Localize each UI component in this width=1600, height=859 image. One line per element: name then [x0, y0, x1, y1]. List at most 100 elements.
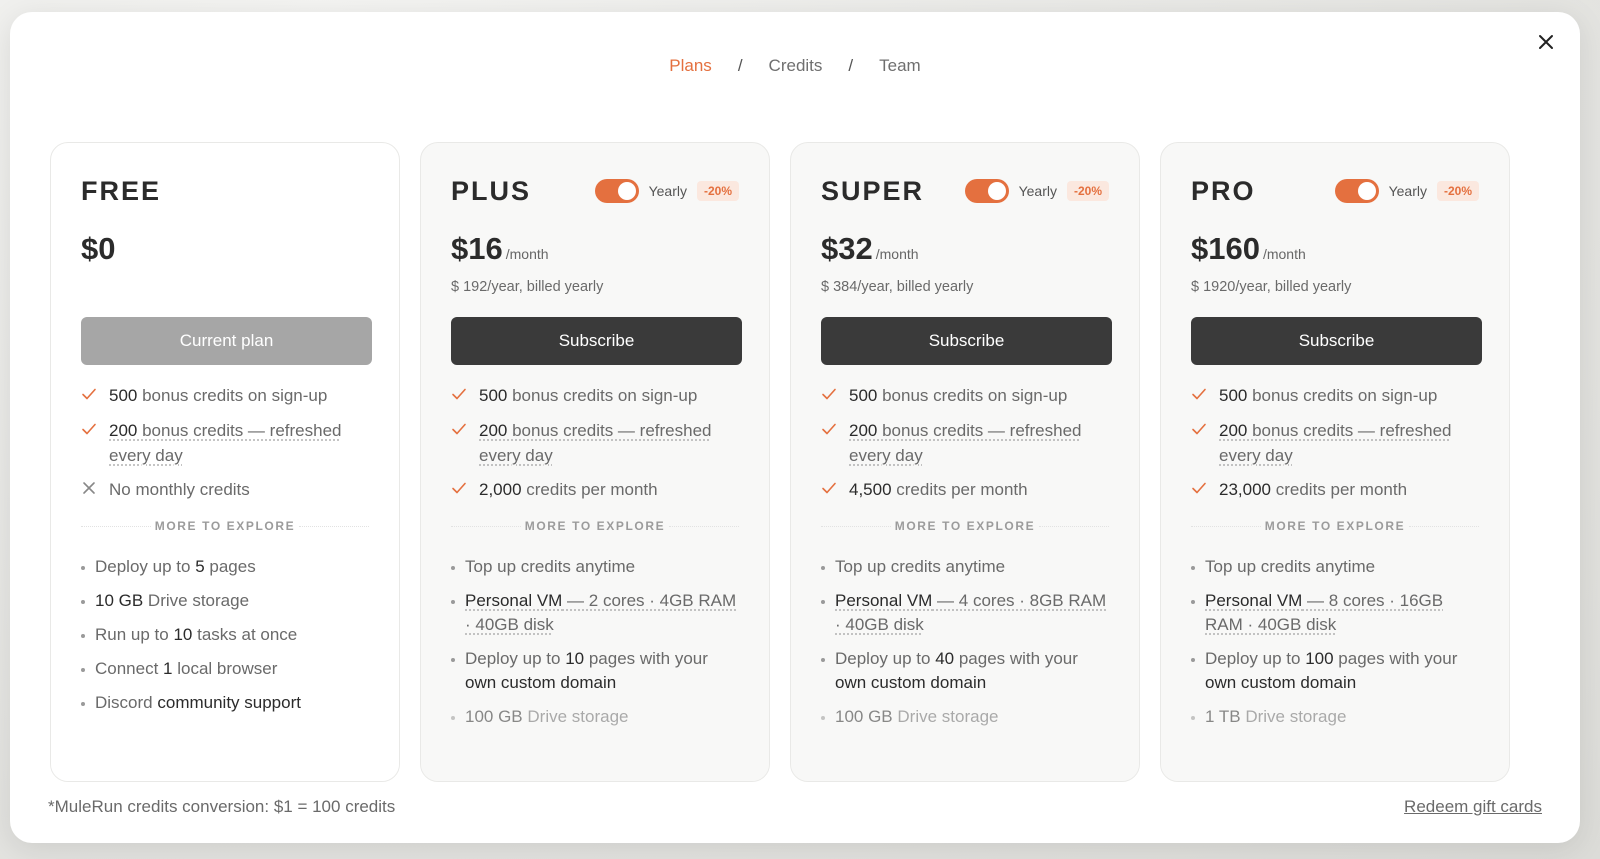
explore-list: Top up credits anytime Personal VM — 8 co… — [1191, 555, 1479, 729]
feature-mark — [821, 418, 849, 444]
price-period: /month — [505, 246, 549, 262]
feature-item: 4,500 credits per month — [821, 477, 1109, 503]
explore-value: community support — [157, 693, 301, 712]
feature-text: 500 bonus credits on sign-up — [849, 383, 1067, 408]
feature-desc: bonus credits on sign-up — [1247, 386, 1438, 405]
price-row: $32 /month — [821, 231, 1109, 271]
explore-post: local browser — [172, 659, 278, 678]
billed-yearly-text: $ 192/year, billed yearly — [451, 279, 604, 295]
explore-item: Personal VM — 8 cores · 16GB RAM · 40GB … — [1191, 589, 1479, 637]
feature-value: 200 — [1219, 421, 1248, 440]
feature-list: 500 bonus credits on sign-up 200 bonus c… — [81, 383, 369, 503]
feature-desc: bonus credits — refreshed every day — [1219, 421, 1452, 465]
explore-pre: Discord — [95, 693, 158, 712]
feature-text: 2,000 credits per month — [479, 477, 658, 502]
explore-text: Personal VM — 2 cores · 4GB RAM · 40GB d… — [465, 591, 736, 634]
explore-item: Deploy up to 10 pages with your own cust… — [451, 647, 739, 695]
more-to-explore-divider: MORE TO EXPLORE — [1191, 519, 1479, 533]
discount-badge: -20% — [696, 181, 739, 201]
explore-item: Personal VM — 4 cores · 8GB RAM · 40GB d… — [821, 589, 1109, 637]
feature-mark — [451, 418, 479, 444]
billing-cycle: Yearly -20% — [594, 179, 739, 203]
redeem-gift-cards-link[interactable]: Redeem gift cards — [1404, 797, 1542, 817]
feature-value: 500 — [849, 386, 878, 405]
nav-separator: / — [848, 56, 854, 75]
explore-pre: Deploy up to — [1205, 649, 1306, 668]
feature-list: 500 bonus credits on sign-up 200 bonus c… — [821, 383, 1109, 503]
plan-card-pro: PRO Yearly -20% $160 /month $ 1920/year,… — [1160, 142, 1510, 782]
explore-value: 10 — [565, 649, 585, 668]
explore-value: 1 TB — [1205, 707, 1241, 726]
explore-tail: own custom domain — [465, 673, 617, 692]
explore-pre: Top up credits anytime — [1205, 557, 1376, 576]
plan-name: SUPER — [821, 175, 925, 206]
billing-label: Yearly — [1388, 183, 1427, 199]
explore-value: 10 — [173, 625, 193, 644]
check-icon — [82, 423, 96, 435]
tab-credits[interactable]: Credits — [765, 56, 827, 76]
feature-text: 200 bonus credits — refreshed every day — [1219, 418, 1479, 468]
feature-text: 500 bonus credits on sign-up — [109, 383, 327, 408]
close-icon — [1539, 35, 1553, 49]
feature-value: 4,500 — [849, 480, 892, 499]
explore-post: Drive storage — [1240, 707, 1347, 726]
explore-value: 100 GB — [835, 707, 893, 726]
explore-text: Deploy up to 100 pages with your own cus… — [1205, 649, 1457, 692]
plan-name: PLUS — [451, 175, 532, 206]
feature-mark — [1191, 383, 1219, 409]
feature-desc: credits per month — [891, 480, 1028, 499]
current-plan-button: Current plan — [81, 317, 372, 365]
explore-text: Deploy up to 10 pages with your own cust… — [465, 649, 708, 692]
explore-value: 100 — [1305, 649, 1334, 668]
plan-header: SUPER Yearly -20% — [821, 176, 1109, 206]
explore-tail: own custom domain — [1205, 673, 1357, 692]
subscribe-button[interactable]: Subscribe — [1191, 317, 1482, 365]
subscribe-button[interactable]: Subscribe — [821, 317, 1112, 365]
close-button[interactable] — [1532, 28, 1560, 56]
feature-item: 200 bonus credits — refreshed every day — [821, 418, 1109, 468]
billing-cycle: Yearly -20% — [964, 179, 1109, 203]
plan-price: $32 — [821, 231, 873, 266]
yearly-toggle[interactable] — [964, 179, 1009, 203]
billing-label: Yearly — [648, 183, 687, 199]
feature-item: No monthly credits — [81, 477, 369, 503]
check-icon — [452, 482, 466, 494]
check-icon — [1192, 482, 1206, 494]
tab-team[interactable]: Team — [875, 56, 925, 76]
feature-desc: No monthly credits — [109, 480, 250, 499]
feature-item: 500 bonus credits on sign-up — [451, 383, 739, 409]
feature-mark — [821, 383, 849, 409]
feature-mark — [1191, 477, 1219, 503]
feature-item: 500 bonus credits on sign-up — [1191, 383, 1479, 409]
explore-post: Drive storage — [143, 591, 250, 610]
feature-value: 500 — [1219, 386, 1248, 405]
explore-post: pages with your — [1333, 649, 1458, 668]
check-icon — [1192, 388, 1206, 400]
explore-text: Discord community support — [95, 693, 301, 712]
tab-plans[interactable]: Plans — [665, 56, 716, 76]
more-to-explore-divider: MORE TO EXPLORE — [821, 519, 1109, 533]
feature-list: 500 bonus credits on sign-up 200 bonus c… — [451, 383, 739, 503]
yearly-toggle[interactable] — [594, 179, 639, 203]
explore-item: Deploy up to 40 pages with your own cust… — [821, 647, 1109, 695]
plan-name: PRO — [1191, 175, 1256, 206]
feature-text: 4,500 credits per month — [849, 477, 1028, 502]
explore-post: Drive storage — [522, 707, 629, 726]
explore-text: Deploy up to 40 pages with your own cust… — [835, 649, 1078, 692]
more-to-explore-divider: MORE TO EXPLORE — [81, 519, 369, 533]
explore-value: 40 — [935, 649, 955, 668]
price-row: $16 /month — [451, 231, 739, 271]
explore-list: Deploy up to 5 pages 10 GB Drive storage R… — [81, 555, 369, 715]
subscribe-button[interactable]: Subscribe — [451, 317, 742, 365]
explore-text: Top up credits anytime — [835, 557, 1005, 576]
explore-item: Top up credits anytime — [1191, 555, 1479, 579]
yearly-toggle[interactable] — [1334, 179, 1379, 203]
check-icon — [452, 388, 466, 400]
explore-tail: own custom domain — [835, 673, 987, 692]
toggle-knob — [987, 182, 1006, 200]
feature-mark — [1191, 418, 1219, 444]
explore-value: 1 — [163, 659, 173, 678]
check-icon — [82, 388, 96, 400]
explore-post: pages — [204, 557, 256, 576]
feature-desc: credits per month — [521, 480, 658, 499]
